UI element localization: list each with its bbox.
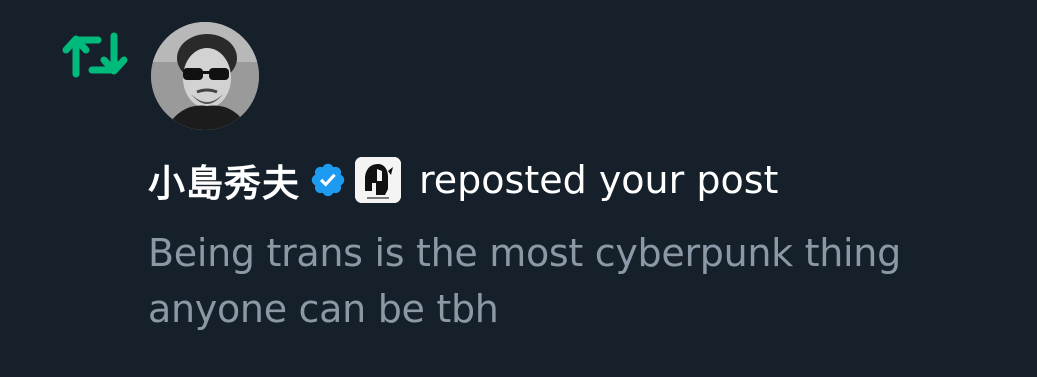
avatar[interactable] [151, 22, 259, 130]
display-name[interactable]: 小島秀夫 [148, 153, 300, 207]
post-text[interactable]: Being trans is the most cyberpunk thing … [148, 225, 1008, 337]
repost-icon [62, 28, 128, 82]
avatar-photo-icon [151, 22, 259, 130]
action-text: reposted your post [419, 158, 779, 202]
spartan-helmet-logo-icon[interactable] [355, 157, 401, 203]
notification-headline: 小島秀夫 reposted your post [148, 152, 778, 208]
repost-notification[interactable]: 小島秀夫 reposted your post Being trans is t… [0, 0, 1037, 377]
verified-badge-icon [309, 161, 347, 199]
